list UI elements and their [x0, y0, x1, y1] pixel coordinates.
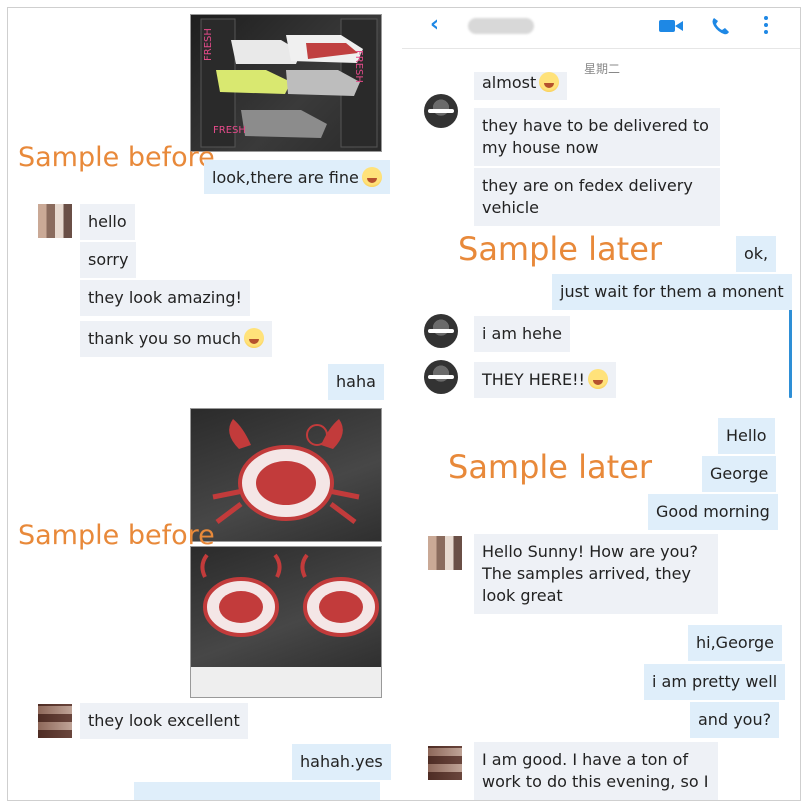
heart-eyes-emoji-icon — [587, 369, 608, 389]
svg-text:FRESH: FRESH — [213, 125, 246, 136]
video-camera-icon[interactable] — [659, 18, 683, 38]
contact-avatar[interactable] — [424, 360, 458, 394]
message-bubble-out: i am pretty well — [644, 664, 786, 700]
message-bubble-out: George — [702, 456, 777, 492]
phone-icon[interactable] — [710, 16, 730, 40]
shoe-air-fresheners-image: FRESH FRESH FRESH — [200, 18, 378, 148]
message-bubble-out: Hello — [718, 418, 775, 454]
sample-photo-crab-bottom — [190, 546, 382, 698]
svg-text:FRESH: FRESH — [203, 28, 214, 61]
message-bubble-out: Good morning — [648, 494, 778, 530]
message-bubble-out: and you? — [690, 702, 780, 738]
sample-photo-shoes: FRESH FRESH FRESH — [190, 14, 382, 152]
message-bubble-in: sorry — [80, 242, 137, 278]
contact-avatar[interactable] — [424, 94, 458, 128]
message-bubble-in: they look amazing! — [80, 280, 250, 316]
contact-name-redacted[interactable] — [468, 18, 534, 34]
smiling-emoji-icon — [539, 72, 560, 92]
caption-sample-before: Sample before — [18, 142, 215, 173]
chat-panel-top-left: FRESH FRESH FRESH Sample before look,the… — [8, 8, 396, 400]
caption-sample-later: Sample later — [458, 230, 663, 268]
contact-avatar[interactable] — [38, 704, 72, 738]
chat-header: ‹ — [402, 8, 800, 49]
more-vertical-icon[interactable] — [762, 14, 770, 40]
day-separator: 星期二 — [584, 62, 621, 76]
message-bubble-out-partial — [134, 782, 380, 800]
scrollbar-indicator[interactable] — [789, 298, 792, 398]
svg-text:FRESH: FRESH — [353, 50, 364, 83]
message-bubble-in: almost — [474, 72, 568, 100]
grinning-emoji-icon — [361, 167, 382, 187]
chat-panel-bottom-left: Sample before they look excellent hahah.… — [8, 404, 396, 800]
contact-avatar[interactable] — [428, 746, 462, 780]
message-bubble-out: just wait for them a monent — [552, 274, 792, 310]
message-bubble-out: hi,George — [688, 625, 782, 661]
caption-sample-before: Sample before — [18, 520, 215, 551]
grinning-emoji-icon — [244, 328, 265, 348]
message-bubble-in: they are on fedex delivery vehicle — [474, 168, 720, 226]
message-bubble-out: hahah.yes — [292, 744, 391, 780]
chevron-left-icon[interactable]: ‹ — [430, 12, 439, 37]
message-bubble-in: Hello Sunny! How are you? The samples ar… — [474, 534, 718, 614]
message-bubble-out: look,there are fine — [204, 160, 390, 194]
chat-panel-top-right: ‹ 星期二 almost they have to be delivered t… — [402, 8, 800, 400]
message-bubble-out: haha — [328, 364, 384, 400]
message-bubble-in: I am good. I have a ton of work to do th… — [474, 742, 718, 800]
message-bubble-in: THEY HERE!! — [474, 362, 616, 398]
contact-avatar[interactable] — [428, 536, 462, 570]
message-bubble-in: thank you so much — [80, 321, 273, 357]
message-bubble-out: ok, — [736, 236, 777, 272]
message-bubble-in: i am hehe — [474, 316, 570, 352]
contact-avatar[interactable] — [38, 204, 72, 238]
crab-air-freshener-image — [212, 419, 360, 524]
sample-photo-crab-top — [190, 408, 382, 542]
caption-sample-later: Sample later — [448, 448, 653, 486]
chat-panel-bottom-right: Hello Sample later George Good morning H… — [402, 404, 800, 800]
contact-avatar[interactable] — [424, 314, 458, 348]
message-bubble-in: they have to be delivered to my house no… — [474, 108, 720, 166]
message-bubble-in: they look excellent — [80, 703, 248, 739]
message-bubble-in: hello — [80, 204, 135, 240]
